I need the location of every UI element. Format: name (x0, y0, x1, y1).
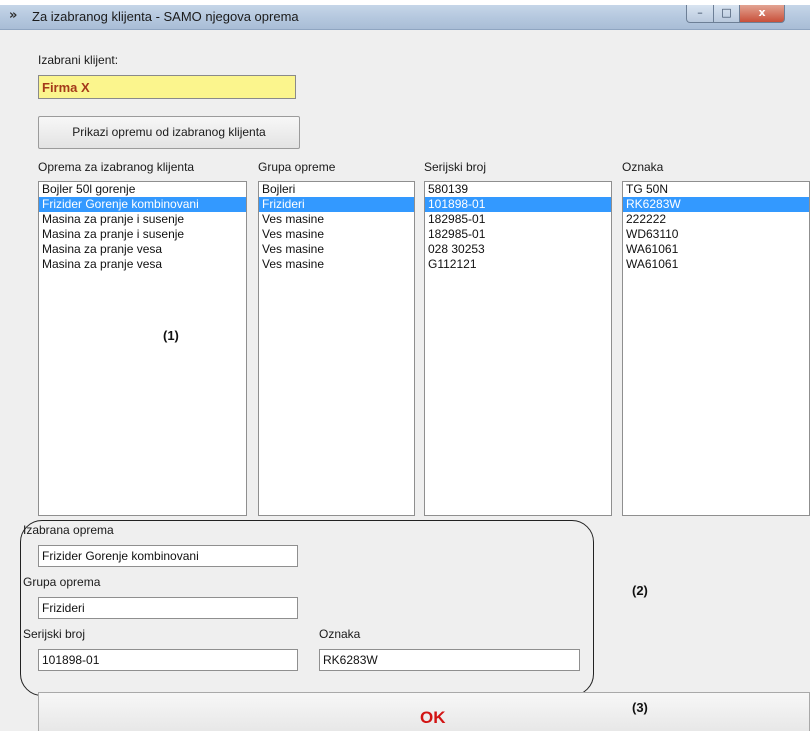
equipment-window: » Za izabranog klijenta - SAMO njegova o… (0, 5, 810, 731)
annotation-3: (3) (632, 700, 648, 715)
serial-list-item[interactable]: 182985-01 (425, 227, 611, 242)
group-list-item[interactable]: Ves masine (259, 227, 414, 242)
serial-number-label: Serijski broj (23, 627, 86, 641)
title-bar[interactable]: » Za izabranog klijenta - SAMO njegova o… (0, 5, 810, 30)
equipment-list-item[interactable]: Masina za pranje i susenje (39, 212, 246, 227)
equipment-list-item[interactable]: Masina za pranje vesa (39, 242, 246, 257)
serial-list-item[interactable]: 182985-01 (425, 212, 611, 227)
group-list-header: Grupa opreme (258, 160, 336, 174)
tag-list-item[interactable]: WA61061 (623, 257, 809, 272)
tag-label: Oznaka (319, 627, 361, 641)
minimize-button[interactable]: – (686, 5, 714, 23)
group-list-item[interactable]: Ves masine (259, 242, 414, 257)
equipment-list-item[interactable]: Masina za pranje vesa (39, 257, 246, 272)
selected-equipment-field[interactable]: Frizider Gorenje kombinovani (38, 545, 298, 567)
serial-list-header: Serijski broj (424, 160, 487, 174)
equipment-group-label: Grupa oprema (23, 575, 101, 589)
ok-button-label: OK (420, 708, 446, 727)
window-title: Za izabranog klijenta - SAMO njegova opr… (32, 9, 299, 24)
client-field[interactable]: Firma X (38, 75, 296, 99)
tag-field[interactable]: RK6283W (319, 649, 580, 671)
tag-listbox[interactable]: TG 50N RK6283W 222222 WD63110 WA61061 WA61061 (622, 181, 810, 516)
tag-list-item[interactable]: WD63110 (623, 227, 809, 242)
annotation-1: (1) (163, 328, 179, 343)
group-listbox[interactable]: Bojleri Frizideri Ves masine Ves masine Ves … (258, 181, 415, 516)
equipment-list-item[interactable]: Frizider Gorenje kombinovani (39, 197, 246, 212)
app-root: » Za izabranog klijenta - SAMO njegova o… (0, 0, 810, 731)
group-list-item[interactable]: Ves masine (259, 212, 414, 227)
tag-list-header: Oznaka (622, 160, 664, 174)
client-label: Izabrani klijent: (38, 53, 119, 67)
group-list-item[interactable]: Ves masine (259, 257, 414, 272)
serial-list-item[interactable]: 101898-01 (425, 197, 611, 212)
serial-list-item[interactable]: G112121 (425, 257, 611, 272)
group-list-item[interactable]: Frizideri (259, 197, 414, 212)
serial-listbox[interactable]: 580139 101898-01 182985-01 182985-01 028 302… (424, 181, 612, 516)
app-chevrons-icon: » (9, 8, 17, 23)
equipment-list-item[interactable]: Masina za pranje i susenje (39, 227, 246, 242)
selected-equipment-label: Izabrana oprema (23, 523, 114, 537)
tag-list-item[interactable]: WA61061 (623, 242, 809, 257)
maximize-button[interactable]: □ (713, 5, 740, 23)
ok-button[interactable]: OK (38, 692, 810, 731)
tag-list-item[interactable]: 222222 (623, 212, 809, 227)
group-list-item[interactable]: Bojleri (259, 182, 414, 197)
equipment-group-field[interactable]: Frizideri (38, 597, 298, 619)
serial-list-item[interactable]: 028 30253 (425, 242, 611, 257)
equipment-list-item[interactable]: Bojler 50l gorenje (39, 182, 246, 197)
equipment-list-header: Oprema za izabranog klijenta (38, 160, 195, 174)
close-button[interactable]: x (739, 5, 785, 23)
serial-number-field[interactable]: 101898-01 (38, 649, 298, 671)
tag-list-item[interactable]: RK6283W (623, 197, 809, 212)
show-equipment-button[interactable]: Prikazi opremu od izabranog klijenta (38, 116, 300, 149)
equipment-listbox[interactable]: Bojler 50l gorenje Frizider Gorenje kombi… (38, 181, 247, 516)
serial-list-item[interactable]: 580139 (425, 182, 611, 197)
tag-list-item[interactable]: TG 50N (623, 182, 809, 197)
annotation-2: (2) (632, 583, 648, 598)
